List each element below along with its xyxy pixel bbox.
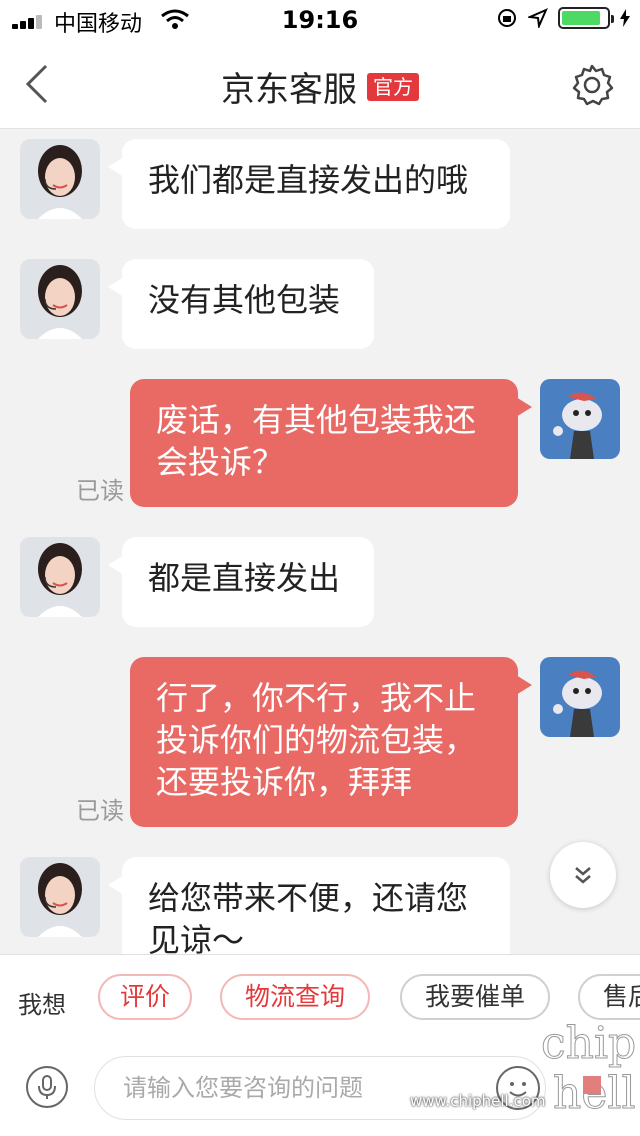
chip-urge-order[interactable]: 我要催单 <box>400 974 550 1020</box>
message-line: 废话，有其他包装我还 <box>156 401 477 439</box>
message-text: 都是直接发出 <box>148 559 341 597</box>
user-message: 行了，你不行，我不止 投诉你们的物流包装， 还要投诉你，拜拜 <box>130 657 532 827</box>
message-text: 没有其他包装 <box>148 281 341 319</box>
quick-action-label: 我想 <box>18 991 66 1019</box>
charging-icon <box>620 9 630 27</box>
official-badge: 官方 <box>367 72 419 101</box>
double-chevron-down-icon <box>575 867 591 884</box>
chiphell-watermark-logo: chip hell <box>541 1018 636 1120</box>
gear-icon[interactable] <box>570 62 614 106</box>
user-avatar <box>540 379 620 459</box>
message-line: 行了，你不行，我不止 <box>156 679 477 717</box>
message-line: 给您带来不便，还请您 <box>148 879 469 917</box>
chat-area[interactable]: 我们都是直接发出的哦 没有其他包装 废话，有其他包装我还 会投诉？ 已读 都是直… <box>0 129 640 954</box>
status-bar: 中国移动 19:16 <box>0 0 640 40</box>
agent-message: 我们都是直接发出的哦 <box>108 139 510 229</box>
agent-message: 没有其他包装 <box>108 259 374 349</box>
agent-message: 都是直接发出 <box>108 537 374 627</box>
agent-avatar <box>20 139 100 219</box>
battery-icon <box>558 7 614 29</box>
title-text: 京东客服 <box>221 70 357 110</box>
rotation-lock-icon <box>498 9 516 27</box>
message-line: 投诉你们的物流包装， <box>156 721 477 759</box>
agent-avatar <box>20 857 100 937</box>
message-input[interactable] <box>94 1056 546 1120</box>
microphone-icon <box>38 1075 56 1099</box>
voice-button[interactable] <box>26 1066 68 1108</box>
svg-text:chip: chip <box>541 1018 635 1069</box>
agent-avatar <box>20 259 100 339</box>
message-text: 我们都是直接发出的哦 <box>148 161 469 199</box>
user-message: 废话，有其他包装我还 会投诉？ <box>130 379 532 507</box>
agent-avatar <box>20 537 100 617</box>
chip-logistics[interactable]: 物流查询 <box>220 974 370 1020</box>
chip-review[interactable]: 评价 <box>98 974 192 1020</box>
nav-bar: 京东客服 官方 <box>0 40 640 129</box>
message-line: 会投诉？ <box>156 443 285 481</box>
user-avatar <box>540 657 620 737</box>
watermark-url: www.chiphell.com <box>410 1092 546 1110</box>
read-status: 已读 <box>76 477 124 505</box>
location-icon <box>528 8 548 28</box>
read-status: 已读 <box>76 797 124 825</box>
message-line: 见谅～ <box>148 921 245 954</box>
page-title: 京东客服 官方 <box>0 62 640 111</box>
scroll-to-bottom-button[interactable] <box>550 842 616 908</box>
message-line: 还要投诉你，拜拜 <box>156 763 413 801</box>
agent-message: 给您带来不便，还请您 见谅～ <box>108 857 510 954</box>
